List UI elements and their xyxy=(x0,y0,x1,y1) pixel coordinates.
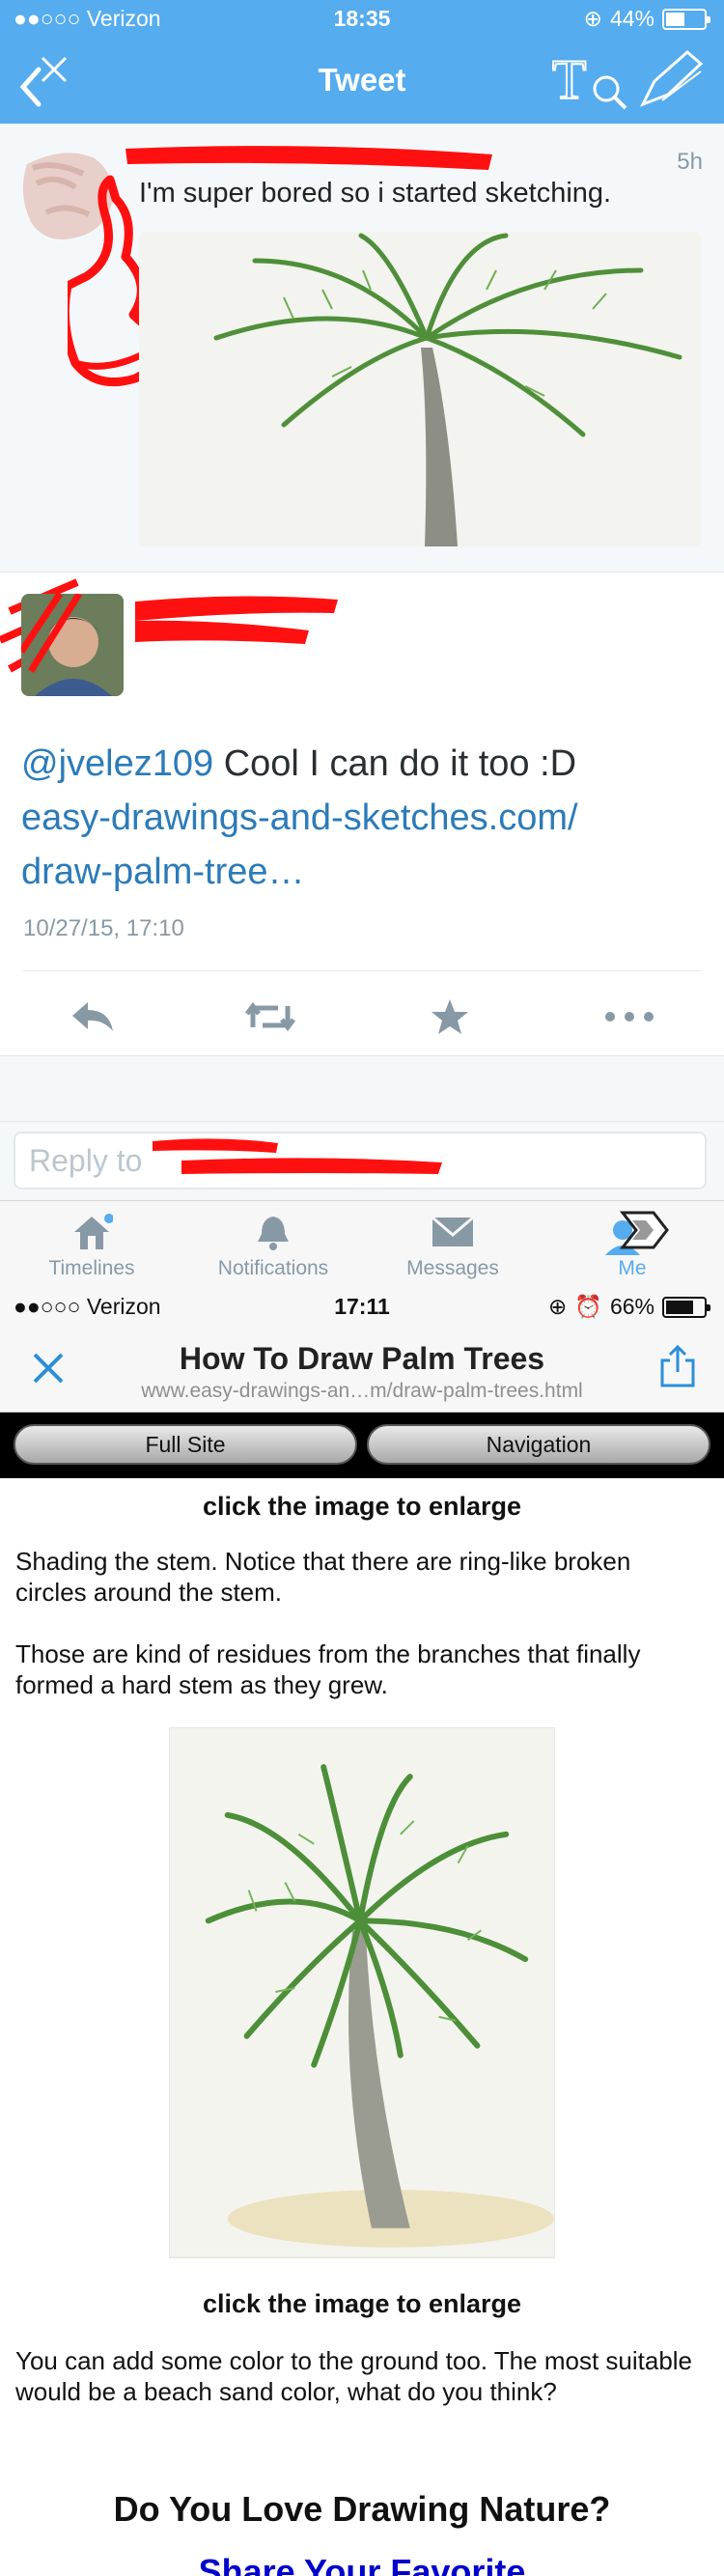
status-bar: ●●○○○ Verizon 18:35 ⊕ 44% xyxy=(0,0,724,39)
section-heading: Do You Love Drawing Nature? xyxy=(113,2489,611,2529)
scribble-tools-icon[interactable]: T xyxy=(546,42,710,116)
tab-label: Notifications xyxy=(217,1257,329,1279)
reply-icon xyxy=(72,1002,113,1031)
svg-text:T: T xyxy=(552,48,586,111)
avatar-photo xyxy=(21,594,124,696)
more-icon xyxy=(605,1012,654,1022)
status-bar-2: ●●○○○ Verizon 17:11 ⊕ ⏰ 66% xyxy=(0,1287,724,1326)
person-icon xyxy=(605,1211,669,1255)
more-button[interactable] xyxy=(591,988,668,1046)
tweet-time: 5h xyxy=(677,149,703,175)
paragraph: Those are kind of residues from the bran… xyxy=(15,1639,641,1699)
tweet-date: 10/27/15, 17:10 xyxy=(23,915,184,941)
paragraph: Shading the stem. Notice that there are … xyxy=(15,1547,631,1607)
retweet-icon xyxy=(245,1001,295,1032)
browser-url: www.easy-drawings-an…m/draw-palm-trees.h… xyxy=(141,1380,583,1402)
reply-bar: Reply to xyxy=(0,1121,724,1200)
enlarge-hint[interactable]: click the image to enlarge xyxy=(0,1492,724,1522)
tweet-actions xyxy=(0,988,724,1046)
browser-bar: How To Draw Palm Trees www.easy-drawings… xyxy=(0,1326,724,1413)
parent-tweet[interactable]: 5h I'm super bored so i started sketchin… xyxy=(0,124,724,573)
mention-link[interactable]: @jvelez109 xyxy=(21,743,213,784)
avatar[interactable] xyxy=(21,594,124,696)
tab-label: Messages xyxy=(406,1257,499,1279)
share-icon[interactable] xyxy=(658,1343,697,1389)
palm-tree-drawing[interactable] xyxy=(169,1727,555,2258)
enlarge-hint[interactable]: click the image to enlarge xyxy=(0,2289,724,2319)
envelope-icon xyxy=(432,1216,474,1246)
full-site-button[interactable]: Full Site xyxy=(14,1424,357,1465)
tab-label: Me xyxy=(618,1257,647,1279)
tweet-body-text: Cool I can do it too :D xyxy=(213,743,577,784)
battery-percent: 44% xyxy=(609,6,654,31)
tab-timelines[interactable]: Timelines xyxy=(0,1207,183,1284)
retweet-button[interactable] xyxy=(232,988,309,1046)
tab-label: Timelines xyxy=(48,1257,135,1279)
home-icon xyxy=(74,1214,113,1249)
alarm-icon: ⏰ xyxy=(574,1294,602,1319)
browser-page-title: How To Draw Palm Trees xyxy=(179,1341,545,1376)
battery-icon xyxy=(662,8,710,30)
bell-icon xyxy=(258,1217,289,1250)
battery-icon xyxy=(662,1296,710,1318)
nav-bar: Tweet T xyxy=(0,39,724,124)
lock-rotation-icon: ⊕ xyxy=(583,6,602,31)
tab-messages[interactable]: Messages xyxy=(361,1207,544,1284)
lock-rotation-icon: ⊕ xyxy=(548,1294,568,1319)
paragraph: You can add some color to the ground too… xyxy=(15,2346,693,2406)
tab-bar: Timelines Notifications Messages Me xyxy=(0,1200,724,1287)
reply-button[interactable] xyxy=(54,988,131,1046)
divider xyxy=(23,970,701,971)
favorite-button[interactable] xyxy=(411,988,488,1046)
share-heading-link[interactable]: Share Your Favorite xyxy=(0,2552,724,2576)
tweet-text: I'm super bored so i started sketching. xyxy=(139,178,612,209)
tab-me[interactable]: Me xyxy=(541,1207,724,1284)
tweet-detail: @jvelez109 Cool I can do it too :D easy-… xyxy=(0,573,724,1055)
reply-placeholder: Reply to xyxy=(29,1143,143,1178)
palm-tree-photo[interactable] xyxy=(139,232,701,546)
star-icon xyxy=(432,999,468,1034)
spacer xyxy=(0,1055,724,1121)
tab-notifications[interactable]: Notifications xyxy=(181,1207,365,1284)
url-link-line1[interactable]: easy-drawings-and-sketches.com/ xyxy=(21,798,578,838)
battery-percent: 66% xyxy=(609,1294,654,1319)
navigation-button[interactable]: Navigation xyxy=(367,1424,710,1465)
redaction-scribble-3 xyxy=(153,1138,442,1174)
site-nav: Full Site Navigation xyxy=(0,1413,724,1478)
tweet-body: @jvelez109 Cool I can do it too :D easy-… xyxy=(21,737,697,899)
url-link-line2[interactable]: draw-palm-tree… xyxy=(21,852,305,892)
article: click the image to enlarge Shading the s… xyxy=(0,1478,724,2576)
